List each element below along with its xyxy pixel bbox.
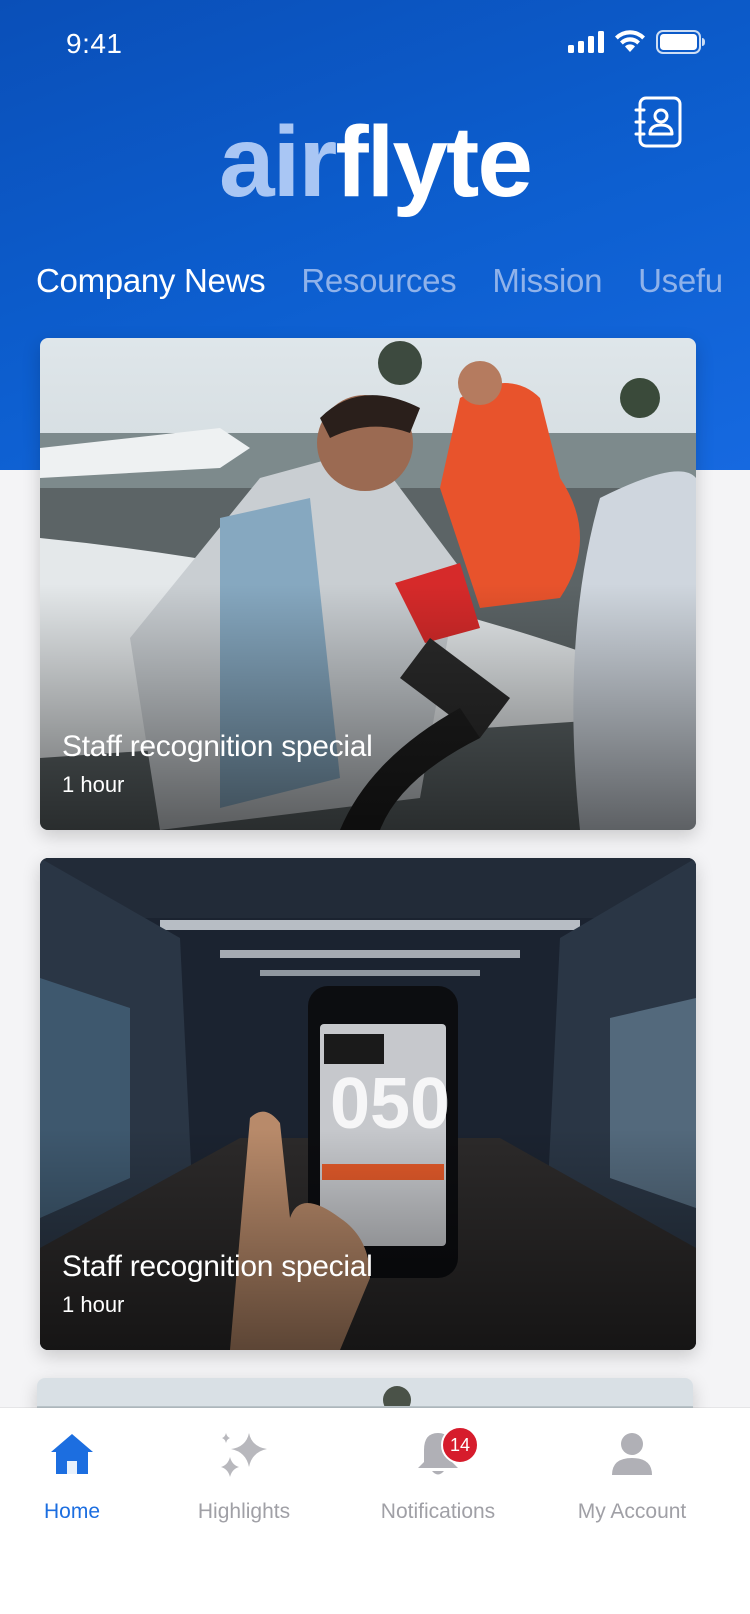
home-icon <box>51 1434 93 1474</box>
app-logo: airflyte <box>0 112 750 212</box>
logo-part-flyte: flyte <box>335 106 533 218</box>
signal-icon <box>568 31 604 53</box>
tab-company-news[interactable]: Company News <box>36 262 266 300</box>
tabbar-notifications[interactable]: 14 Notifications <box>348 1426 528 1524</box>
notification-badge: 14 <box>441 1426 479 1464</box>
tabbar-label: My Account <box>577 1500 687 1523</box>
status-time: 9:41 <box>66 28 123 59</box>
tabbar-highlights[interactable]: Highlights <box>154 1426 334 1524</box>
tabbar-label: Home <box>43 1500 101 1523</box>
tab-resources[interactable]: Resources <box>301 262 456 300</box>
person-icon <box>612 1433 652 1475</box>
tabbar-account[interactable]: My Account <box>542 1426 722 1524</box>
battery-icon <box>656 30 705 54</box>
bottom-tab-bar: Home Highlights 14 Notifications My Acco… <box>0 1408 750 1614</box>
tab-mission[interactable]: Mission <box>492 262 602 300</box>
tab-useful[interactable]: Usefu <box>638 262 723 300</box>
card-timestamp: 1 hour <box>62 772 125 797</box>
status-icons <box>568 30 706 54</box>
logo-part-air: air <box>219 106 337 218</box>
category-tabs: Company News Resources Mission Usefu <box>36 262 723 300</box>
tabbar-label: Highlights <box>197 1500 291 1523</box>
news-card[interactable]: Staff recognition special 1 hour <box>40 338 696 830</box>
news-card[interactable]: 050 Staff recognition special 1 hour <box>40 858 696 1350</box>
card-title: Staff recognition special <box>62 730 373 763</box>
tabbar-label: Notifications <box>380 1500 496 1523</box>
sparkle-icon <box>221 1433 267 1477</box>
wifi-icon <box>615 30 645 52</box>
card-title: Staff recognition special <box>62 1250 373 1283</box>
card-timestamp: 1 hour <box>62 1292 125 1317</box>
tabbar-home[interactable]: Home <box>0 1426 162 1524</box>
status-bar: 9:41 <box>0 0 750 90</box>
